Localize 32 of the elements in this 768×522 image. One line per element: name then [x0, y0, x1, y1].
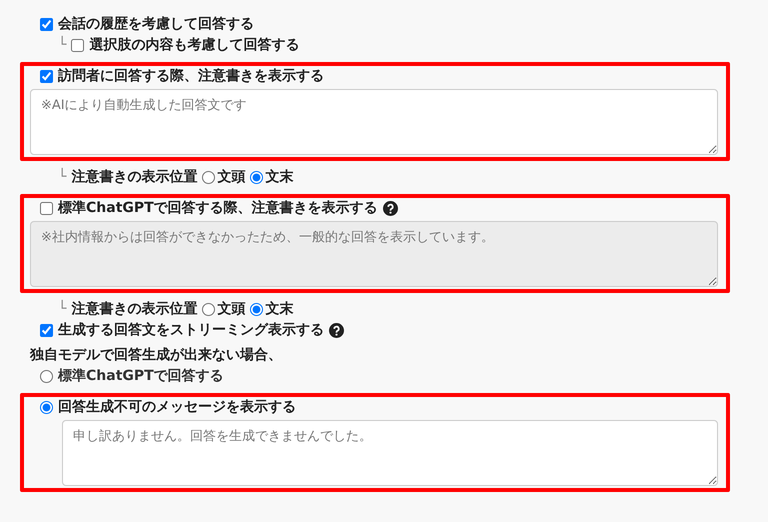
radio-label: 文頭: [217, 300, 246, 319]
text-area[interactable]: 申し訳ありません。回答を生成できませんでした。: [62, 420, 718, 486]
checkbox[interactable]: [40, 202, 53, 215]
position-label: 注意書きの表示位置: [71, 168, 198, 187]
radio-label: 文末: [265, 168, 294, 187]
radio-button[interactable]: [40, 370, 53, 383]
radio-label: 標準ChatGPTで回答する: [58, 367, 224, 386]
checkbox[interactable]: [40, 324, 53, 337]
checkbox-label: 標準ChatGPTで回答する際、注意書きを表示する: [58, 199, 378, 218]
radio-button[interactable]: [40, 401, 53, 414]
checkbox[interactable]: [71, 39, 84, 52]
radio-label: 回答生成不可のメッセージを表示する: [58, 398, 296, 417]
radio-label: 文末: [265, 300, 294, 319]
radio-label: 文頭: [217, 168, 246, 187]
checkbox[interactable]: [40, 70, 53, 83]
checkbox-label: 訪問者に回答する際、注意書きを表示する: [58, 67, 324, 86]
section-label: 独自モデルで回答生成が出来ない場合、: [30, 346, 282, 365]
position-label: 注意書きの表示位置: [71, 300, 198, 319]
checkbox-label: 選択肢の内容も考慮して回答する: [89, 36, 300, 55]
radio-button[interactable]: [250, 171, 264, 184]
help-icon[interactable]: [329, 323, 344, 338]
checkbox-label: 生成する回答文をストリーミング表示する: [58, 321, 324, 340]
checkbox[interactable]: [40, 18, 53, 31]
radio-button[interactable]: [202, 303, 216, 316]
branch-mark: └: [58, 36, 66, 55]
branch-mark: └: [58, 168, 66, 187]
radio-button[interactable]: [202, 171, 216, 184]
checkbox-label: 会話の履歴を考慮して回答する: [58, 15, 254, 34]
branch-mark: └: [58, 300, 66, 319]
help-icon[interactable]: [382, 201, 398, 216]
text-area[interactable]: ※AIにより自動生成した回答文です: [30, 89, 718, 155]
radio-button[interactable]: [250, 303, 264, 316]
